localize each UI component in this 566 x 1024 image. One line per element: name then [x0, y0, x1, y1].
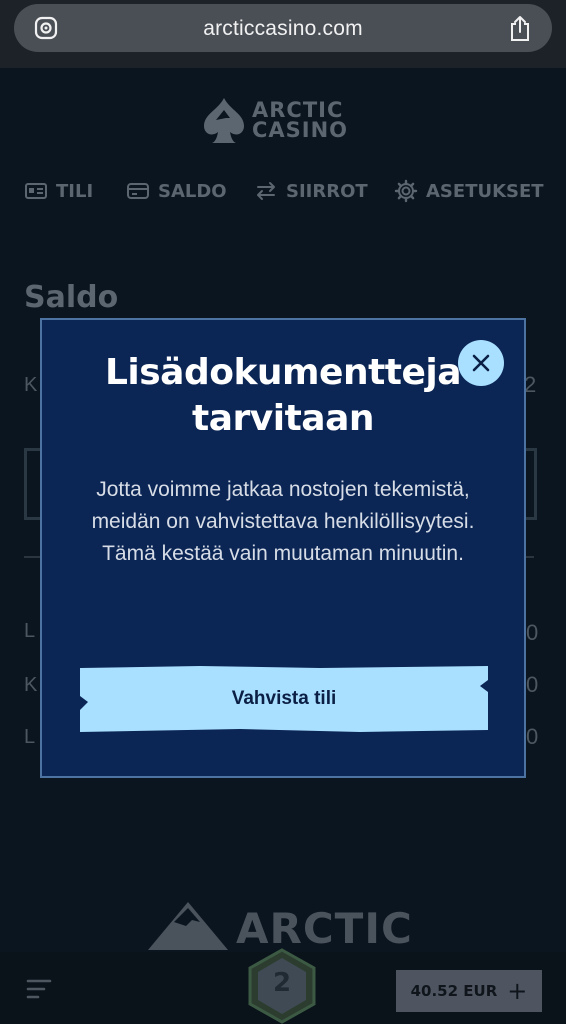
row-value: 0	[526, 620, 539, 645]
account-nav: TILI SALDO SIIRROT ASETUKSET	[24, 176, 544, 206]
row-label: K	[24, 674, 38, 696]
close-button[interactable]	[458, 340, 504, 386]
row-value: 0	[526, 724, 539, 749]
browser-toolbar: arcticcasino.com	[0, 0, 566, 68]
id-card-icon	[25, 183, 47, 199]
spade-mountain-icon	[204, 98, 244, 143]
footer-brand: ARCTIC	[236, 904, 413, 953]
row-value: 0	[526, 672, 539, 697]
level-badge[interactable]: 2	[248, 948, 316, 1024]
row-label: K	[24, 374, 38, 396]
verification-modal: Lisädokumentteja tarvitaan Jotta voimme …	[40, 318, 526, 778]
nav-label: SIIRROT	[286, 180, 368, 202]
arctic-casino-logo[interactable]: ARCTIC CASINO	[200, 96, 370, 146]
row-label: L	[24, 726, 36, 748]
plus-icon: +	[507, 977, 528, 1005]
wallet-icon	[127, 183, 149, 199]
nav-item-tili[interactable]: TILI	[24, 176, 93, 206]
address-bar[interactable]: arcticcasino.com	[14, 4, 552, 52]
nav-label: SALDO	[158, 180, 227, 202]
balance-card-edge	[526, 448, 537, 520]
url-text[interactable]: arcticcasino.com	[14, 17, 552, 41]
balance-deposit-button[interactable]: 40.52 EUR +	[396, 970, 542, 1012]
transfer-icon	[257, 182, 275, 200]
verify-button-label: Vahvista tili	[231, 688, 337, 709]
gear-icon	[394, 179, 418, 203]
modal-title: Lisädokumentteja tarvitaan	[104, 352, 462, 439]
row-label: L	[24, 620, 36, 642]
menu-icon[interactable]	[26, 978, 52, 1000]
nav-label: TILI	[56, 180, 94, 202]
nav-item-siirrot[interactable]: SIIRROT	[254, 176, 368, 206]
brand-line-2: CASINO	[252, 118, 349, 142]
nav-item-saldo[interactable]: SALDO	[126, 176, 227, 206]
level-number: 2	[272, 968, 292, 998]
verify-account-button[interactable]: Vahvista tili	[80, 666, 488, 732]
share-icon[interactable]	[508, 14, 532, 42]
page-title: Saldo	[24, 280, 119, 315]
nav-item-asetukset[interactable]: ASETUKSET	[394, 176, 544, 206]
close-icon	[472, 354, 490, 372]
nav-label: ASETUKSET	[426, 180, 544, 202]
mountain-icon	[148, 902, 228, 950]
balance-amount: 40.52 EUR	[410, 982, 498, 1000]
modal-body-text: Jotta voimme jatkaa nostojen tekemistä, …	[91, 478, 475, 565]
